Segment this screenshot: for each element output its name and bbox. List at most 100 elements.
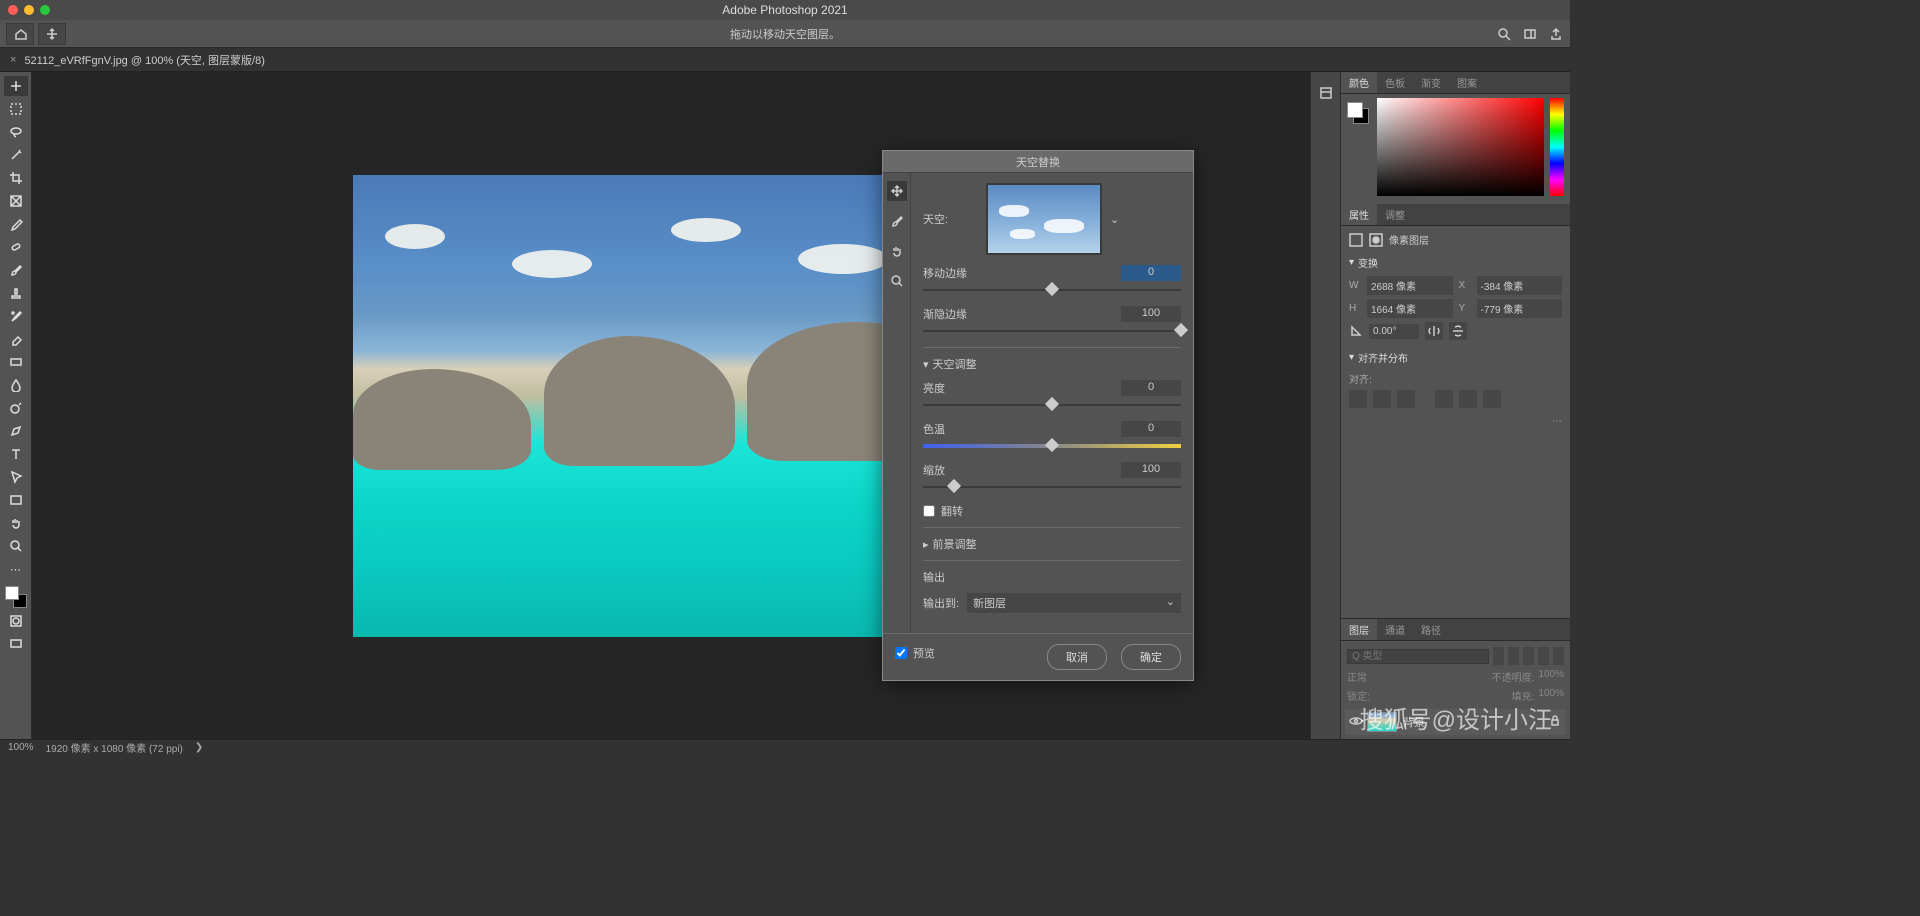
tab-gradients[interactable]: 渐变	[1413, 72, 1449, 93]
tab-adjustments[interactable]: 调整	[1377, 204, 1413, 225]
layer-lock-icon[interactable]	[1548, 714, 1562, 731]
shape-tool[interactable]	[4, 490, 28, 510]
collapsed-panel-button[interactable]	[1311, 80, 1340, 106]
eraser-tool[interactable]	[4, 329, 28, 349]
y-input[interactable]: -779 像素	[1477, 299, 1563, 318]
tab-layers[interactable]: 图层	[1341, 619, 1377, 640]
close-window-button[interactable]	[8, 5, 18, 15]
maximize-window-button[interactable]	[40, 5, 50, 15]
filter-shape-button[interactable]	[1538, 647, 1549, 665]
crop-tool[interactable]	[4, 168, 28, 188]
stamp-tool[interactable]	[4, 283, 28, 303]
height-input[interactable]: 1664 像素	[1367, 299, 1453, 318]
layer-thumbnail[interactable]	[1367, 712, 1397, 732]
sky-preset-dropdown[interactable]: ⌄	[1110, 213, 1119, 226]
quick-mask-button[interactable]	[4, 611, 28, 631]
lasso-tool[interactable]	[4, 122, 28, 142]
sky-preset-picker[interactable]	[986, 183, 1102, 255]
filter-type-button[interactable]	[1523, 647, 1534, 665]
fg-color-swatch[interactable]	[5, 586, 19, 600]
tool-preset-button[interactable]	[38, 23, 66, 45]
share-button[interactable]	[1548, 26, 1564, 42]
align-right-button[interactable]	[1397, 390, 1415, 408]
temperature-slider[interactable]	[923, 440, 1181, 452]
shift-edge-value[interactable]: 0	[1121, 265, 1181, 281]
align-top-button[interactable]	[1435, 390, 1453, 408]
flip-h-button[interactable]	[1425, 322, 1443, 340]
document-info[interactable]: 1920 像素 x 1080 像素 (72 ppi)	[46, 740, 183, 755]
hue-slider[interactable]	[1550, 98, 1564, 196]
tab-patterns[interactable]: 图案	[1449, 72, 1485, 93]
scale-slider[interactable]	[923, 481, 1181, 493]
status-caret[interactable]: ❯	[195, 742, 203, 753]
flip-checkbox[interactable]	[923, 505, 935, 517]
x-input[interactable]: -384 像素	[1477, 276, 1563, 295]
align-hcenter-button[interactable]	[1373, 390, 1391, 408]
ok-button[interactable]: 确定	[1121, 644, 1181, 670]
layer-item-background[interactable]: 背景	[1345, 709, 1566, 735]
sky-adjustments-section[interactable]: ▾天空调整	[923, 356, 1181, 372]
layer-visibility-toggle[interactable]	[1349, 714, 1361, 731]
tab-swatches[interactable]: 色板	[1377, 72, 1413, 93]
scale-value[interactable]: 100	[1121, 462, 1181, 478]
align-left-button[interactable]	[1349, 390, 1367, 408]
screen-mode-button[interactable]	[4, 634, 28, 654]
preview-checkbox[interactable]	[895, 647, 907, 659]
layer-name[interactable]: 背景	[1403, 714, 1425, 730]
search-button[interactable]	[1496, 26, 1512, 42]
minimize-window-button[interactable]	[24, 5, 34, 15]
move-tool[interactable]	[4, 76, 28, 96]
transform-section-title[interactable]: ▾变换	[1349, 255, 1562, 270]
path-select-tool[interactable]	[4, 467, 28, 487]
filter-smart-button[interactable]	[1553, 647, 1564, 665]
type-tool[interactable]	[4, 444, 28, 464]
cancel-button[interactable]: 取消	[1047, 644, 1107, 670]
home-button[interactable]	[6, 23, 34, 45]
dialog-title[interactable]: 天空替换	[883, 151, 1193, 173]
brightness-slider[interactable]	[923, 399, 1181, 411]
tab-channels[interactable]: 通道	[1377, 619, 1413, 640]
blend-mode-select[interactable]: 正常	[1347, 669, 1488, 684]
fade-edge-value[interactable]: 100	[1121, 306, 1181, 322]
blur-tool[interactable]	[4, 375, 28, 395]
color-swatches[interactable]	[5, 586, 27, 608]
zoom-tool[interactable]	[4, 536, 28, 556]
hand-tool[interactable]	[4, 513, 28, 533]
align-section-title[interactable]: ▾对齐并分布	[1349, 350, 1562, 365]
history-brush-tool[interactable]	[4, 306, 28, 326]
close-tab-button[interactable]: ×	[10, 54, 16, 66]
dodge-tool[interactable]	[4, 398, 28, 418]
layer-filter-input[interactable]	[1347, 649, 1489, 664]
width-input[interactable]: 2688 像素	[1367, 276, 1453, 295]
filter-pixel-button[interactable]	[1493, 647, 1504, 665]
brush-tool[interactable]	[4, 260, 28, 280]
sky-zoom-tool[interactable]	[887, 271, 907, 291]
align-vcenter-button[interactable]	[1459, 390, 1477, 408]
sky-brush-tool[interactable]	[887, 211, 907, 231]
healing-tool[interactable]	[4, 237, 28, 257]
tab-paths[interactable]: 路径	[1413, 619, 1449, 640]
fill-input[interactable]: 100%	[1538, 688, 1564, 703]
tab-properties[interactable]: 属性	[1341, 204, 1377, 225]
sky-hand-tool[interactable]	[887, 241, 907, 261]
gradient-tool[interactable]	[4, 352, 28, 372]
opacity-input[interactable]: 100%	[1538, 669, 1564, 684]
temperature-value[interactable]: 0	[1121, 421, 1181, 437]
foreground-adjustments-section[interactable]: ▸前景调整	[923, 536, 1181, 552]
edit-toolbar-button[interactable]: ⋯	[4, 559, 28, 579]
flip-v-button[interactable]	[1449, 322, 1467, 340]
eyedropper-tool[interactable]	[4, 214, 28, 234]
output-to-select[interactable]: 新图层⌄	[967, 593, 1181, 613]
workspace-button[interactable]	[1522, 26, 1538, 42]
more-options-button[interactable]: ⋯	[1349, 416, 1562, 427]
color-swatches-panel[interactable]	[1347, 102, 1369, 124]
sky-move-tool[interactable]	[887, 181, 907, 201]
tab-color[interactable]: 颜色	[1341, 72, 1377, 93]
marquee-tool[interactable]	[4, 99, 28, 119]
angle-input[interactable]: 0.00°	[1369, 324, 1419, 339]
zoom-level[interactable]: 100%	[8, 742, 34, 753]
shift-edge-slider[interactable]	[923, 284, 1181, 296]
wand-tool[interactable]	[4, 145, 28, 165]
fade-edge-slider[interactable]	[923, 325, 1181, 337]
document-tab[interactable]: × 52112_eVRfFgnV.jpg @ 100% (天空, 图层蒙版/8)	[0, 48, 275, 71]
